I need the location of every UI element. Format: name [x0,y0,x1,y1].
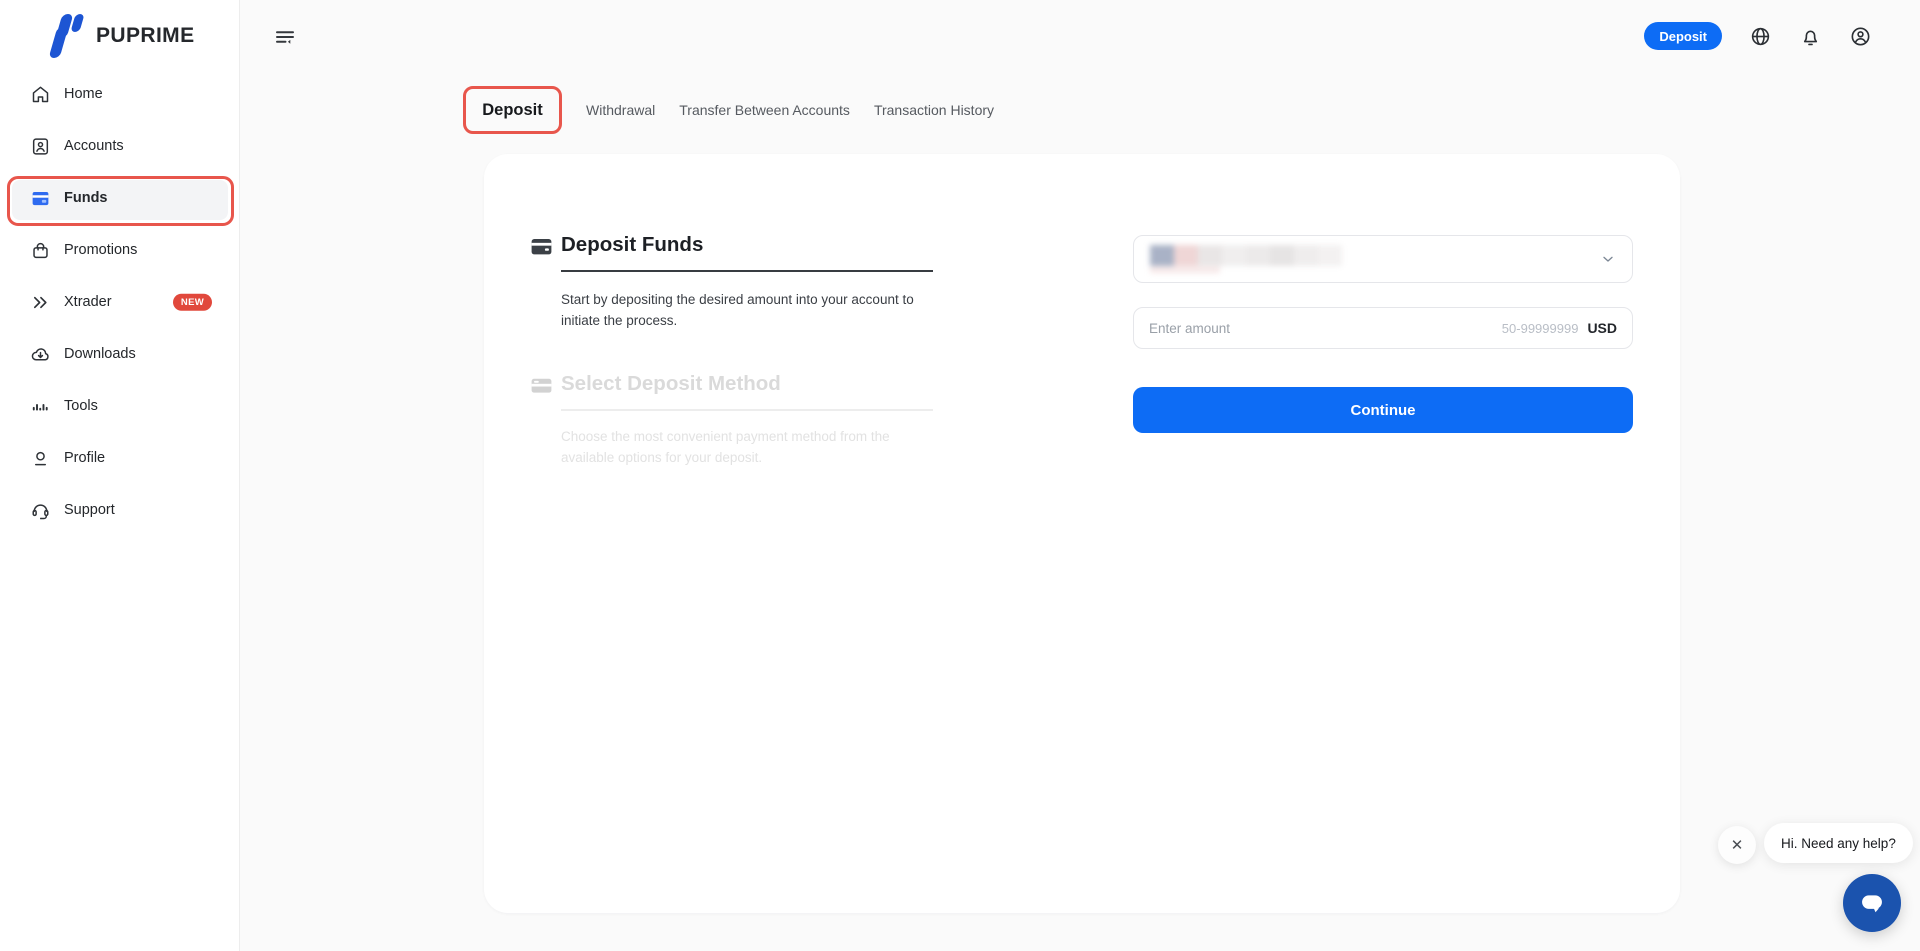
profile-icon [30,448,51,469]
bell-icon [1799,25,1822,48]
deposit-funds-title: Deposit Funds [561,233,703,257]
double-chevron-icon [30,292,51,313]
sidebar-item-label: Accounts [64,138,124,154]
title-underline [561,409,933,411]
language-globe-button[interactable] [1749,25,1772,48]
brand-logo[interactable]: PUPRIME [46,12,194,60]
sidebar-collapse-icon[interactable] [273,25,297,49]
notifications-button[interactable] [1799,25,1822,48]
sidebar: PUPRIME Home Accounts [0,0,240,951]
account-select-dropdown[interactable] [1133,235,1633,283]
currency-label: USD [1587,320,1617,336]
home-icon [30,84,51,105]
puprime-logo-icon [46,12,88,60]
sidebar-item-accounts[interactable]: Accounts [0,120,240,172]
tab-withdrawal[interactable]: Withdrawal [586,102,655,118]
continue-button[interactable]: Continue [1133,387,1633,433]
sidebar-item-funds[interactable]: Funds [0,172,240,224]
chat-greeting-bubble[interactable]: Hi. Need any help? [1764,823,1913,863]
tab-label: Deposit [482,101,543,120]
sidebar-item-label: Xtrader [64,294,112,310]
title-underline [561,270,933,272]
funds-wallet-icon [30,188,51,209]
cloud-download-icon [30,344,51,365]
credit-card-icon [529,373,554,398]
globe-icon [1749,25,1772,48]
brand-name: PUPRIME [96,24,194,48]
chat-launcher-button[interactable] [1843,874,1901,932]
sidebar-item-label: Support [64,502,115,518]
tab-deposit[interactable]: Deposit [463,86,562,134]
account-menu-button[interactable] [1849,25,1872,48]
sidebar-item-xtrader[interactable]: Xtrader NEW [0,276,240,328]
sidebar-item-label: Profile [64,450,105,466]
select-method-description: Choose the most convenient payment metho… [561,427,937,469]
app-root: PUPRIME Home Accounts [0,0,1920,951]
sidebar-item-downloads[interactable]: Downloads [0,328,240,380]
close-icon: ✕ [1731,836,1744,854]
chat-close-button[interactable]: ✕ [1718,826,1756,864]
sidebar-item-label: Tools [64,398,98,414]
tab-transfer-between-accounts[interactable]: Transfer Between Accounts [679,102,850,118]
amount-input[interactable] [1149,321,1502,336]
tools-bars-icon [30,396,51,417]
headset-icon [30,500,51,521]
deposit-funds-description: Start by depositing the desired amount i… [561,290,937,332]
funds-tabs: Deposit Withdrawal Transfer Between Acco… [463,86,994,134]
avatar-icon [1849,25,1872,48]
amount-field: 50-99999999 USD [1133,307,1633,349]
sidebar-item-label: Promotions [64,242,137,258]
chat-bubble-icon [1858,889,1886,917]
gift-icon [30,240,51,261]
account-info-redacted [1150,245,1350,273]
accounts-icon [30,136,51,157]
sidebar-item-promotions[interactable]: Promotions [0,224,240,276]
sidebar-item-home[interactable]: Home [0,68,240,120]
sidebar-item-label: Home [64,86,103,102]
sidebar-item-profile[interactable]: Profile [0,432,240,484]
sidebar-item-label: Downloads [64,346,136,362]
sidebar-item-tools[interactable]: Tools [0,380,240,432]
topbar-actions: Deposit [1644,22,1872,50]
sidebar-item-label: Funds [64,190,108,206]
sidebar-nav: Home Accounts Funds Promot [0,68,240,536]
select-method-title: Select Deposit Method [561,372,781,396]
wallet-icon [529,234,554,259]
amount-range-hint: 50-99999999 [1502,321,1579,336]
tab-transaction-history[interactable]: Transaction History [874,102,994,118]
sidebar-item-support[interactable]: Support [0,484,240,536]
new-badge: NEW [173,294,212,311]
topbar-deposit-button[interactable]: Deposit [1644,22,1722,50]
chevron-down-icon [1600,251,1616,267]
deposit-card: Deposit Funds Start by depositing the de… [484,154,1680,913]
